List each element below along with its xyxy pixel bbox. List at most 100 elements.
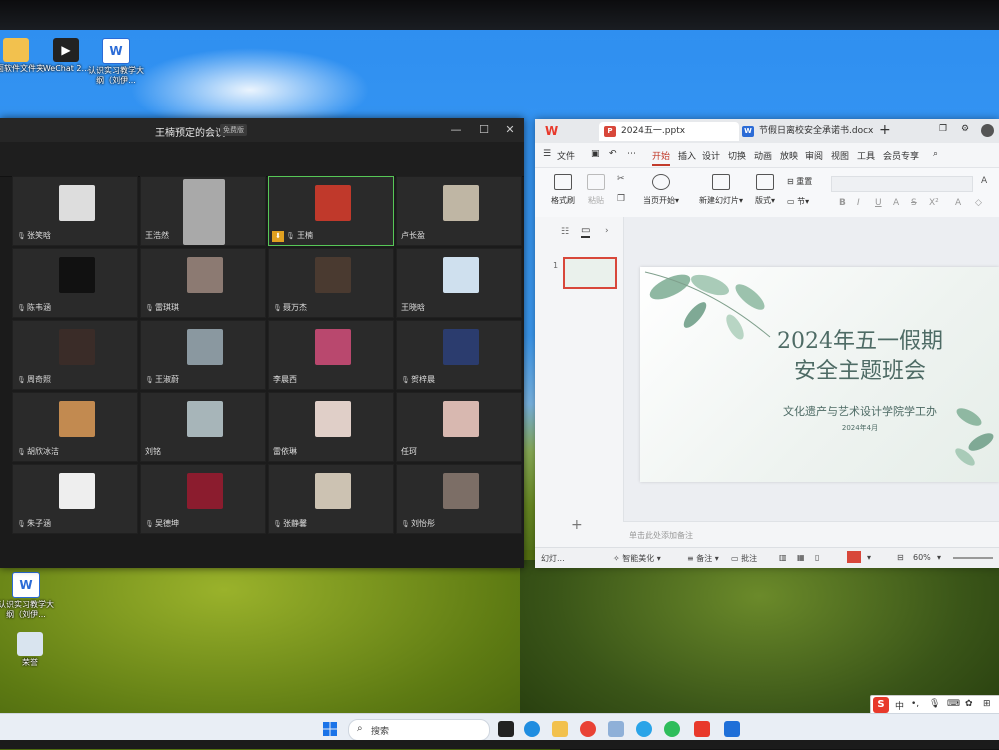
reset-button[interactable]: ⊟ 重置 bbox=[787, 176, 812, 187]
participant-tile[interactable]: 🎙 张静馨 bbox=[268, 464, 394, 534]
participant-tile[interactable]: 🎙 吴德坤 bbox=[140, 464, 266, 534]
sorter-view-icon[interactable]: ▦ bbox=[797, 553, 805, 562]
app-icon[interactable] bbox=[608, 721, 624, 737]
menu-insert[interactable]: 插入 bbox=[678, 149, 696, 162]
meeting-app-icon[interactable] bbox=[636, 721, 652, 737]
participant-tile[interactable]: 李晨西 bbox=[268, 320, 394, 390]
superscript-icon[interactable]: X² bbox=[929, 198, 939, 208]
grid-icon[interactable]: ⊞ bbox=[983, 699, 991, 709]
edge-browser-icon[interactable] bbox=[524, 721, 540, 737]
new-slide-button[interactable]: 新建幻灯片▾ bbox=[699, 174, 743, 206]
menu-slideshow[interactable]: 放映 bbox=[780, 149, 798, 162]
slide-canvas[interactable]: 2024年五一假期 安全主题班会 文化遗产与艺术设计学院学工办 2024年4月 bbox=[640, 267, 999, 482]
underline-icon[interactable]: U bbox=[875, 198, 882, 208]
menu-animation[interactable]: 动画 bbox=[754, 149, 772, 162]
desktop-icon-honor[interactable]: 荣誉 bbox=[0, 632, 60, 668]
participant-tile[interactable]: 王晓晗 bbox=[396, 248, 522, 318]
smart-beautify-button[interactable]: ✧ 智能美化 ▾ bbox=[613, 553, 661, 564]
participant-tile[interactable]: 🎙 张笑晗 bbox=[12, 176, 138, 246]
format-painter-button[interactable]: 格式刷 bbox=[551, 174, 575, 206]
menu-review[interactable]: 审阅 bbox=[805, 149, 823, 162]
participant-tile[interactable]: 任珂 bbox=[396, 392, 522, 462]
play-slideshow-button[interactable] bbox=[847, 551, 861, 563]
participant-tile[interactable]: 🎙 周奇照 bbox=[12, 320, 138, 390]
participant-tile[interactable]: 王浩然 bbox=[140, 176, 266, 246]
chrome-browser-icon[interactable] bbox=[580, 721, 596, 737]
chevron-right-icon[interactable]: › bbox=[605, 226, 609, 236]
wechat-icon[interactable] bbox=[664, 721, 680, 737]
participant-tile[interactable]: 雷依琳 bbox=[268, 392, 394, 462]
participant-tile[interactable]: 🎙 朱子涵 bbox=[12, 464, 138, 534]
play-from-current-button[interactable]: 当页开始▾ bbox=[643, 174, 679, 206]
slide-thumbnail[interactable] bbox=[563, 257, 617, 289]
quick-undo-icon[interactable]: ↶ bbox=[609, 149, 617, 159]
menu-design[interactable]: 设计 bbox=[702, 149, 720, 162]
window-restore-icon[interactable]: ❐ bbox=[939, 124, 947, 134]
participant-tile[interactable]: 🎙 贺梓晨 bbox=[396, 320, 522, 390]
layout-button[interactable]: 版式▾ bbox=[755, 174, 775, 206]
keyboard-icon[interactable]: ⌨ bbox=[947, 699, 960, 709]
microphone-icon[interactable]: 🎙 bbox=[929, 699, 940, 709]
zoom-out-icon[interactable]: ⊟ bbox=[897, 553, 904, 562]
section-button[interactable]: ▭ 节▾ bbox=[787, 196, 809, 207]
avatar[interactable] bbox=[981, 124, 994, 137]
desktop-icon-doc-bottom[interactable]: W 认识实习教学大纲（刘伊... bbox=[0, 572, 56, 620]
slide-title[interactable]: 2024年五一假期 安全主题班会 bbox=[740, 327, 980, 387]
participant-tile[interactable]: 🎙 王淑蔚 bbox=[140, 320, 266, 390]
windows-start-icon[interactable] bbox=[322, 721, 338, 737]
skin-icon[interactable]: ✿ bbox=[965, 699, 973, 709]
strikethrough-icon[interactable]: S bbox=[911, 198, 917, 208]
menu-file[interactable]: 文件 bbox=[557, 149, 575, 162]
font-color-icon[interactable]: A bbox=[955, 198, 961, 208]
punctuation-icon[interactable]: •, bbox=[911, 699, 919, 709]
settings-icon[interactable]: ⚙ bbox=[961, 124, 969, 134]
notes-pane[interactable]: 单击此处添加备注 bbox=[623, 521, 999, 548]
shadow-icon[interactable]: A bbox=[893, 198, 899, 208]
participant-tile[interactable]: 🎙 聂万杰 bbox=[268, 248, 394, 318]
zoom-level[interactable]: 60% bbox=[913, 553, 931, 562]
new-tab-icon[interactable]: + bbox=[879, 122, 891, 138]
wps-office-icon[interactable] bbox=[694, 721, 710, 737]
participant-tile[interactable]: 🎙 陈韦涵 bbox=[12, 248, 138, 318]
search-icon[interactable]: ⌕ bbox=[933, 149, 938, 159]
desktop-icon-doc[interactable]: W 认识实习教学大纲（刘伊... bbox=[86, 38, 146, 86]
tencent-meeting-icon[interactable] bbox=[724, 721, 740, 737]
text-effect-icon[interactable]: ◇ bbox=[975, 198, 982, 208]
add-slide-icon[interactable]: + bbox=[571, 517, 583, 533]
task-view-icon[interactable] bbox=[498, 721, 514, 737]
maximize-icon[interactable]: ☐ bbox=[476, 122, 492, 138]
participant-tile[interactable]: 🎙 胡欣冰洁 bbox=[12, 392, 138, 462]
participant-tile[interactable]: 🎙 刘怡彤 bbox=[396, 464, 522, 534]
play-options-icon[interactable]: ▾ bbox=[867, 553, 871, 562]
participant-tile[interactable]: 刘铭 bbox=[140, 392, 266, 462]
quick-save-icon[interactable]: ▣ bbox=[591, 149, 600, 159]
zoom-options-icon[interactable]: ▾ bbox=[937, 553, 941, 562]
font-name-select[interactable] bbox=[831, 176, 973, 192]
paste-button[interactable]: 粘贴 bbox=[587, 174, 605, 206]
ime-language-indicator[interactable]: 中 bbox=[895, 699, 904, 712]
outline-view-icon[interactable]: ☷ bbox=[561, 227, 569, 237]
slide-date[interactable]: 2024年4月 bbox=[740, 423, 980, 433]
slide-subtitle[interactable]: 文化遗产与艺术设计学院学工办 bbox=[740, 403, 980, 419]
sogou-ime-icon[interactable]: S bbox=[873, 697, 889, 713]
bold-icon[interactable]: B bbox=[839, 198, 846, 208]
wps-logo-icon[interactable]: W bbox=[545, 124, 558, 138]
slide-view-icon[interactable]: ▭ bbox=[581, 225, 591, 238]
meeting-titlebar[interactable]: 王楠预定的会议 免费版 — ☐ ✕ bbox=[0, 118, 524, 142]
zoom-slider[interactable] bbox=[953, 557, 993, 559]
menu-tools[interactable]: 工具 bbox=[857, 149, 875, 162]
menu-member[interactable]: 会员专享 bbox=[883, 149, 919, 162]
tab-pptx[interactable]: P 2024五一.pptx bbox=[599, 122, 739, 141]
cut-icon[interactable]: ✂ bbox=[617, 174, 625, 184]
close-icon[interactable]: ✕ bbox=[502, 122, 518, 138]
normal-view-icon[interactable]: ▥ bbox=[779, 553, 787, 562]
menu-view[interactable]: 视图 bbox=[831, 149, 849, 162]
taskbar-search[interactable]: ⌕ 搜索 bbox=[348, 719, 490, 741]
comments-button[interactable]: ▭ 批注 bbox=[731, 553, 757, 564]
tab-docx[interactable]: W 节假日离校安全承诺书.docx bbox=[737, 122, 897, 141]
notes-toggle-button[interactable]: ≡ 备注 ▾ bbox=[687, 553, 719, 564]
menu-transition[interactable]: 切换 bbox=[728, 149, 746, 162]
more-icon[interactable]: ⋯ bbox=[627, 149, 636, 159]
menu-icon[interactable]: ☰ bbox=[543, 149, 551, 159]
italic-icon[interactable]: I bbox=[857, 198, 860, 208]
